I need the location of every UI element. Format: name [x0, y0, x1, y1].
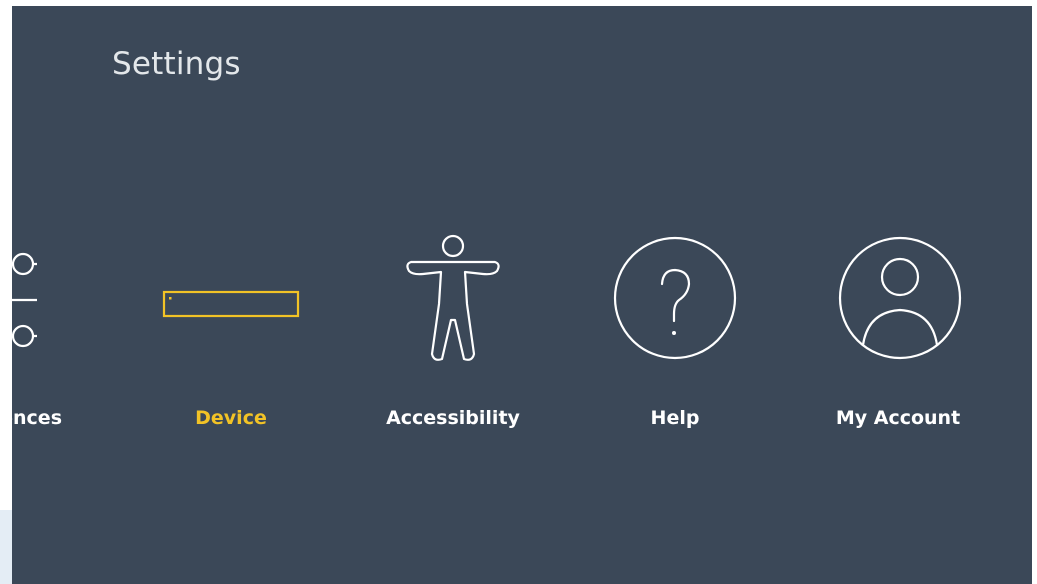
page-title: Settings — [112, 46, 241, 82]
menu-item-label: Device — [195, 407, 267, 429]
help-question-icon — [613, 236, 737, 360]
screenshot-frame: Settings Preferences — [0, 0, 1037, 584]
menu-item-account[interactable]: My Account — [798, 216, 998, 466]
account-user-icon — [838, 236, 962, 360]
menu-item-preferences[interactable]: Preferences — [12, 216, 62, 466]
menu-item-accessibility[interactable]: Accessibility — [353, 216, 553, 466]
accessibility-person-icon — [406, 234, 500, 361]
settings-screen: Settings Preferences — [12, 6, 1032, 584]
menu-item-label: Accessibility — [386, 407, 520, 429]
menu-item-label: Preferences — [12, 407, 62, 429]
menu-item-label: Help — [650, 407, 700, 429]
menu-item-label: My Account — [835, 407, 961, 429]
menu-item-help[interactable]: Help — [575, 216, 775, 466]
sliders-icon — [12, 252, 37, 348]
menu-item-device[interactable]: Device — [131, 216, 331, 466]
fire-tv-device-icon — [162, 290, 300, 318]
left-margin — [0, 0, 12, 584]
left-margin-accent — [0, 510, 12, 584]
